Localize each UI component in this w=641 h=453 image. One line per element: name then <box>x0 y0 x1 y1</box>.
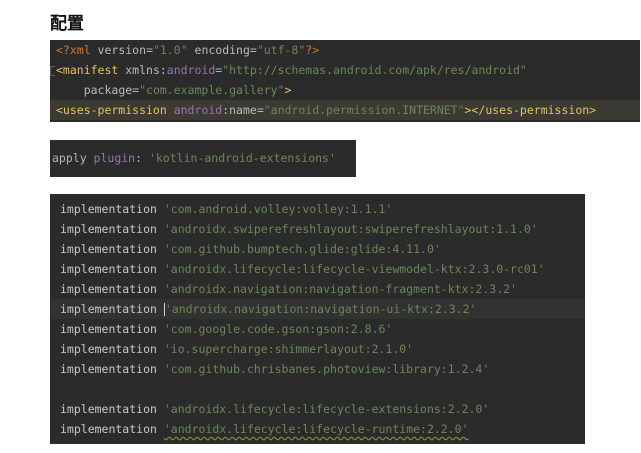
dependency-value: 'com.google.code.gson:gson:2.8.6' <box>163 322 393 336</box>
code-line-package: package="com.example.gallery"> <box>50 80 640 100</box>
xml-eq: = <box>146 43 153 57</box>
xml-version-attr: version <box>97 43 147 57</box>
manifest-tag: <manifest <box>56 63 126 77</box>
implementation-keyword: implementation <box>60 242 164 256</box>
xml-eq: = <box>256 103 264 117</box>
xml-decl-close: ?> <box>305 43 320 57</box>
permission-value: "android.permission.INTERNET" <box>263 103 465 117</box>
dependency-value: 'androidx.swiperefreshlayout:swiperefres… <box>163 222 538 236</box>
dependency-value: 'androidx.lifecycle:lifecycle-extensions… <box>163 402 490 416</box>
package-value: "com.example.gallery" <box>139 83 285 97</box>
dependency-line: implementation 'com.android.volley:volle… <box>50 199 585 219</box>
code-line-uses-permission: <uses-permission android:name="android.p… <box>50 100 640 120</box>
implementation-keyword: implementation <box>60 202 164 216</box>
dependency-value: 'com.github.bumptech.glide:glide:4.11.0' <box>163 242 441 256</box>
implementation-keyword: implementation <box>60 322 164 336</box>
xml-eq: = <box>249 43 257 57</box>
plugin-colon: : <box>135 151 149 165</box>
android-namespace: android <box>173 103 223 117</box>
xml-encoding-attr: encoding <box>194 43 250 57</box>
dependency-line: implementation 'com.github.bumptech.glid… <box>50 239 585 259</box>
dependency-line-current[interactable]: implementation 'androidx.navigation:navi… <box>50 299 585 319</box>
dependencies-code-block: implementation 'com.android.volley:volle… <box>50 194 585 444</box>
code-line-manifest-open: <manifest xmlns:android="http://schemas.… <box>50 60 640 80</box>
dependency-line: implementation 'androidx.swiperefreshlay… <box>50 219 585 239</box>
dependency-value: 'androidx.navigation:navigation-fragment… <box>163 282 517 296</box>
package-attr: package <box>83 83 133 97</box>
plugin-keyword: plugin <box>93 151 136 165</box>
fold-marker-icon[interactable] <box>50 66 55 76</box>
implementation-keyword: implementation <box>60 362 164 376</box>
implementation-keyword: implementation <box>60 282 164 296</box>
implementation-keyword: implementation <box>60 302 164 316</box>
uses-permission-tag: <uses-permission <box>56 103 174 117</box>
implementation-keyword: implementation <box>60 222 164 236</box>
implementation-keyword: implementation <box>60 422 164 436</box>
implementation-keyword: implementation <box>60 262 164 276</box>
dependency-line: implementation 'androidx.navigation:navi… <box>50 279 585 299</box>
dependency-line: implementation 'com.github.chrisbanes.ph… <box>50 359 585 379</box>
xml-version-value: "1.0" <box>152 43 188 57</box>
name-attr: name <box>229 103 257 117</box>
code-line-apply-plugin: apply plugin: 'kotlin-android-extensions… <box>50 148 356 168</box>
dependency-value: 'com.github.chrisbanes.photoview:library… <box>163 362 490 376</box>
implementation-keyword: implementation <box>60 342 164 356</box>
manifest-code-block: <?xml version="1.0" encoding="utf-8"?> <… <box>50 40 640 122</box>
xml-encoding-value: "utf-8" <box>256 43 306 57</box>
dependency-value: 'androidx.lifecycle:lifecycle-viewmodel-… <box>163 262 545 276</box>
plugin-value: 'kotlin-android-extensions' <box>148 151 336 165</box>
dependency-line: implementation 'androidx.lifecycle:lifec… <box>50 419 585 439</box>
dependency-line: implementation 'androidx.lifecycle:lifec… <box>50 259 585 279</box>
dependency-line: implementation 'com.google.code.gson:gso… <box>50 319 585 339</box>
tag-close: > <box>284 83 292 97</box>
plugin-code-block: apply plugin: 'kotlin-android-extensions… <box>50 140 356 177</box>
xml-space <box>188 43 195 57</box>
dependency-value: 'io.supercharge:shimmerlayout:2.1.0' <box>163 342 414 356</box>
dependency-value: 'androidx.navigation:navigation-ui-ktx:2… <box>164 302 477 316</box>
apply-keyword: apply <box>52 151 94 165</box>
xml-decl-open: <?xml <box>56 43 98 57</box>
dependency-value-warning: 'androidx.lifecycle:lifecycle-runtime:2.… <box>163 422 469 436</box>
xmlns-attr: xmlns: <box>125 63 167 77</box>
dependency-line: implementation 'androidx.lifecycle:lifec… <box>50 399 585 419</box>
code-line-xml-declaration: <?xml version="1.0" encoding="utf-8"?> <box>50 40 640 60</box>
dependency-value: 'com.android.volley:volley:1.1.1' <box>163 202 393 216</box>
xmlns-value: "http://schemas.android.com/apk/res/andr… <box>222 63 527 77</box>
implementation-keyword: implementation <box>60 402 164 416</box>
page-title: 配置 <box>50 14 84 34</box>
uses-permission-close: ></uses-permission> <box>464 103 597 117</box>
dependency-line: implementation 'io.supercharge:shimmerla… <box>50 339 585 359</box>
android-namespace: android <box>166 63 216 77</box>
